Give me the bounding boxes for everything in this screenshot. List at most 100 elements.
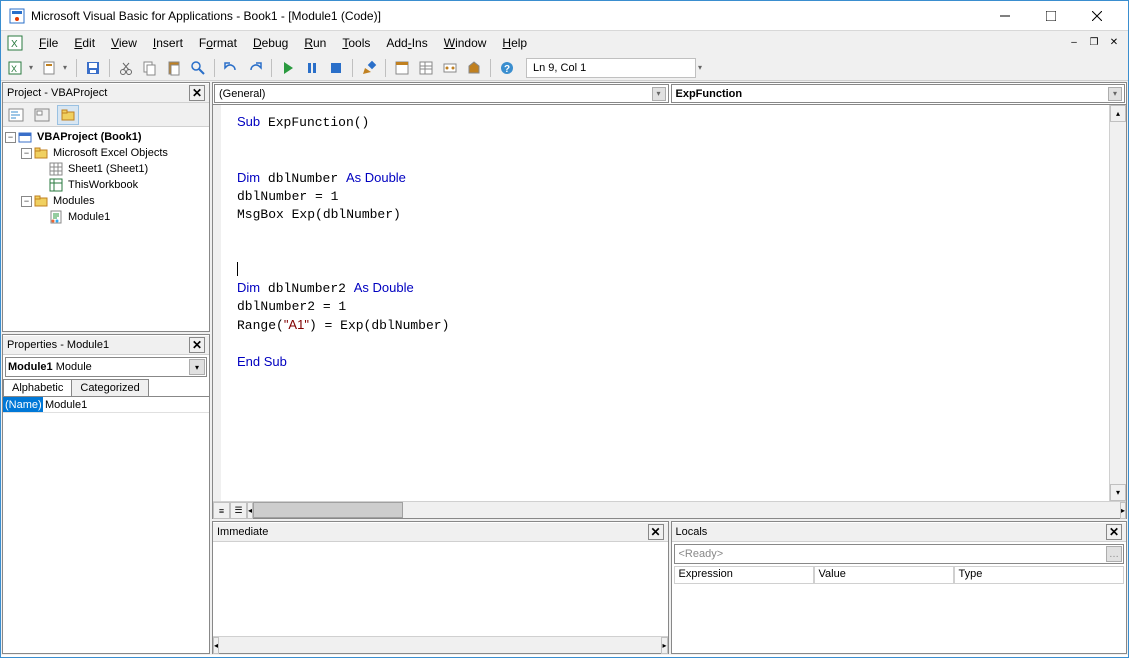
view-excel-icon[interactable]: X (5, 57, 27, 79)
tree-item-label: ThisWorkbook (66, 179, 140, 191)
locals-panel: Locals ✕ <Ready> … Expression Value Type (671, 521, 1128, 654)
svg-text:X: X (11, 39, 18, 50)
view-excel-dropdown[interactable]: ▾ (29, 63, 37, 72)
code-bottom-bar: ≡ ☰ ◂ ▸ (213, 501, 1126, 518)
procedure-dropdown[interactable]: ExpFunction ▾ (671, 84, 1126, 103)
project-explorer-icon[interactable] (391, 57, 413, 79)
find-icon[interactable] (187, 57, 209, 79)
right-column: (General) ▾ ExpFunction ▾ Sub ExpFunctio… (211, 81, 1128, 655)
property-name: (Name) (3, 397, 43, 412)
properties-title: Properties - Module1 (7, 339, 189, 351)
menu-debug[interactable]: Debug (245, 33, 296, 53)
tree-item-thisworkbook[interactable]: ThisWorkbook (5, 177, 207, 193)
menu-window[interactable]: Window (436, 33, 495, 53)
locals-header-type[interactable]: Type (954, 566, 1125, 584)
menu-view[interactable]: View (103, 33, 145, 53)
locals-header-expression[interactable]: Expression (674, 566, 814, 584)
toolbox-icon[interactable] (463, 57, 485, 79)
title-bar: Microsoft Visual Basic for Applications … (1, 1, 1128, 31)
mdi-restore-button[interactable]: ❐ (1086, 34, 1102, 50)
menu-tools[interactable]: Tools (334, 33, 378, 53)
design-mode-icon[interactable] (358, 57, 380, 79)
view-code-icon[interactable] (5, 105, 27, 125)
tree-root[interactable]: − VBAProject (Book1) (5, 129, 207, 145)
project-explorer-close-icon[interactable]: ✕ (189, 85, 205, 101)
tab-categorized[interactable]: Categorized (71, 379, 148, 396)
view-object-icon[interactable] (31, 105, 53, 125)
object-browser-icon[interactable] (439, 57, 461, 79)
undo-icon[interactable] (220, 57, 242, 79)
menu-edit[interactable]: Edit (66, 33, 103, 53)
properties-window-icon[interactable] (415, 57, 437, 79)
collapse-icon[interactable]: − (5, 132, 16, 143)
mdi-window-controls: – ❐ ✕ (1066, 34, 1122, 50)
cursor-position-dropdown[interactable]: ▾ (698, 63, 706, 72)
redo-icon[interactable] (244, 57, 266, 79)
code-body: Sub ExpFunction() Dim dblNumber As Doubl… (213, 105, 1126, 501)
save-icon[interactable] (82, 57, 104, 79)
tree-group-label: Modules (51, 195, 97, 207)
scroll-thumb[interactable] (253, 502, 403, 518)
run-icon[interactable] (277, 57, 299, 79)
property-row[interactable]: (Name) Module1 (3, 397, 209, 413)
menu-format[interactable]: Format (191, 33, 245, 53)
properties-object-combo[interactable]: Module1 Module ▾ (5, 357, 207, 377)
procedure-view-icon[interactable]: ≡ (213, 502, 230, 519)
menu-addins[interactable]: Add-Ins (378, 33, 435, 53)
tree-group-excel-objects[interactable]: − Microsoft Excel Objects (5, 145, 207, 161)
menu-insert[interactable]: Insert (145, 33, 191, 53)
bottom-row: Immediate ✕ ◂ ▸ Locals ✕ <Ready> … (211, 520, 1128, 655)
locals-close-icon[interactable]: ✕ (1106, 524, 1122, 540)
insert-module-icon[interactable] (39, 57, 61, 79)
horizontal-scrollbar[interactable]: ◂ ▸ (247, 502, 1126, 518)
call-stack-button[interactable]: … (1106, 546, 1122, 562)
immediate-close-icon[interactable]: ✕ (648, 524, 664, 540)
tree-item-sheet1[interactable]: Sheet1 (Sheet1) (5, 161, 207, 177)
project-tree[interactable]: − VBAProject (Book1) − Microsoft Excel O… (3, 127, 209, 331)
vertical-scrollbar[interactable]: ▴ ▾ (1109, 105, 1126, 501)
reset-icon[interactable] (325, 57, 347, 79)
paste-icon[interactable] (163, 57, 185, 79)
code-editor[interactable]: Sub ExpFunction() Dim dblNumber As Doubl… (213, 105, 1109, 501)
scroll-up-icon[interactable]: ▴ (1110, 105, 1126, 122)
break-icon[interactable] (301, 57, 323, 79)
menu-file[interactable]: File (31, 33, 66, 53)
mdi-minimize-button[interactable]: – (1066, 34, 1082, 50)
immediate-body[interactable] (213, 542, 668, 636)
properties-grid[interactable]: (Name) Module1 (3, 396, 209, 653)
tab-alphabetic[interactable]: Alphabetic (3, 379, 72, 396)
excel-return-icon[interactable]: X (7, 35, 23, 51)
menu-help[interactable]: Help (494, 33, 535, 53)
locals-body[interactable] (672, 584, 1127, 653)
locals-context-combo[interactable]: <Ready> … (674, 544, 1125, 564)
collapse-icon[interactable]: − (21, 148, 32, 159)
copy-icon[interactable] (139, 57, 161, 79)
collapse-icon[interactable]: − (21, 196, 32, 207)
insert-module-dropdown[interactable]: ▾ (63, 63, 71, 72)
mdi-close-button[interactable]: ✕ (1106, 34, 1122, 50)
properties-panel: Properties - Module1 ✕ Module1 Module ▾ … (2, 334, 210, 654)
close-button[interactable] (1074, 1, 1120, 31)
locals-column-headers: Expression Value Type (674, 566, 1125, 584)
full-module-view-icon[interactable]: ☰ (230, 502, 247, 519)
maximize-button[interactable] (1028, 1, 1074, 31)
procedure-dropdown-value: ExpFunction (676, 88, 743, 100)
chevron-down-icon[interactable]: ▾ (189, 359, 205, 375)
toggle-folders-icon[interactable] (57, 105, 79, 125)
object-dropdown[interactable]: (General) ▾ (214, 84, 669, 103)
tree-item-module1[interactable]: Module1 (5, 209, 207, 225)
immediate-hscroll[interactable]: ◂ ▸ (213, 636, 668, 653)
help-icon[interactable]: ? (496, 57, 518, 79)
chevron-down-icon[interactable]: ▾ (1108, 87, 1122, 101)
menu-run[interactable]: Run (296, 33, 334, 53)
scroll-down-icon[interactable]: ▾ (1110, 484, 1126, 501)
minimize-button[interactable] (982, 1, 1028, 31)
property-value[interactable]: Module1 (43, 397, 209, 412)
tree-group-modules[interactable]: − Modules (5, 193, 207, 209)
cut-icon[interactable] (115, 57, 137, 79)
locals-header-value[interactable]: Value (814, 566, 954, 584)
chevron-down-icon[interactable]: ▾ (652, 87, 666, 101)
properties-close-icon[interactable]: ✕ (189, 337, 205, 353)
scroll-right-icon[interactable]: ▸ (661, 637, 667, 654)
scroll-right-icon[interactable]: ▸ (1120, 502, 1126, 519)
